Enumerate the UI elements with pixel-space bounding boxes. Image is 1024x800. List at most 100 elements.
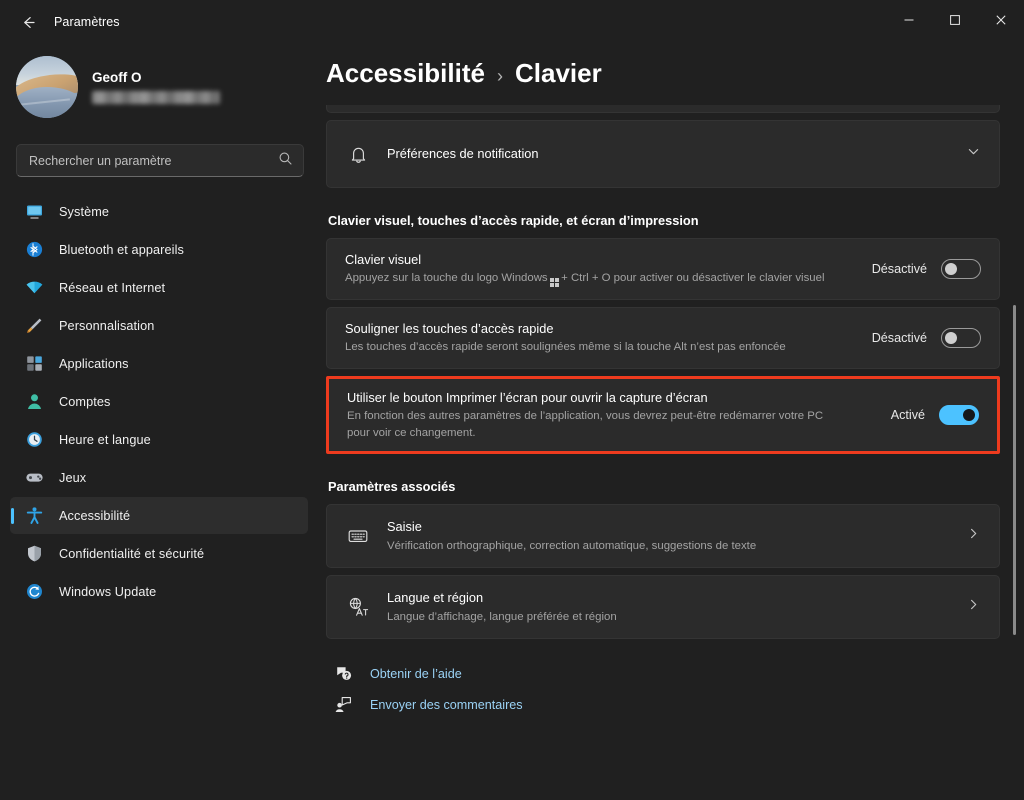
account-block[interactable]: Geoff O bbox=[0, 44, 320, 128]
row-title: Utiliser le bouton Imprimer l’écran pour… bbox=[347, 390, 708, 405]
print-screen-highlight: Utiliser le bouton Imprimer l’écran pour… bbox=[326, 376, 1000, 455]
bluetooth-icon bbox=[24, 239, 45, 260]
sidebar-item-comptes[interactable]: Comptes bbox=[10, 383, 308, 420]
sidebar-item-label: Windows Update bbox=[59, 584, 157, 599]
get-help-label: Obtenir de l’aide bbox=[370, 666, 462, 681]
underline-access-keys-row[interactable]: Souligner les touches d’accès rapide Les… bbox=[327, 308, 999, 368]
settings-scroll-area: Préférences de notification Clavier visu… bbox=[326, 105, 1024, 800]
search-box[interactable] bbox=[16, 144, 304, 177]
chevron-down-icon[interactable] bbox=[966, 144, 981, 164]
footer-links: Obtenir de l’aide Envoyer des commentair… bbox=[326, 664, 1000, 724]
title-bar: Paramètres bbox=[0, 0, 1024, 44]
sidebar-item-label: Comptes bbox=[59, 394, 111, 409]
row-subtitle: Langue d’affichage, langue préférée et r… bbox=[387, 610, 617, 623]
maximize-icon bbox=[949, 13, 961, 31]
sidebar: Geoff O Rechercher un paramètre Système … bbox=[0, 44, 320, 800]
apps-icon bbox=[24, 353, 45, 374]
section-heading-related: Paramètres associés bbox=[328, 479, 456, 495]
sidebar-item-personnalisation[interactable]: Personnalisation bbox=[10, 307, 308, 344]
on-screen-keyboard-toggle[interactable] bbox=[941, 259, 981, 279]
sidebar-item-windows-update[interactable]: Windows Update bbox=[10, 573, 308, 610]
print-screen-row[interactable]: Utiliser le bouton Imprimer l’écran pour… bbox=[329, 379, 997, 451]
page-title: Clavier bbox=[514, 58, 602, 88]
sidebar-item-accessibilite[interactable]: Accessibilité bbox=[10, 497, 308, 534]
feedback-icon bbox=[332, 695, 354, 714]
on-screen-keyboard-row[interactable]: Clavier visuel Appuyez sur la touche du … bbox=[327, 239, 999, 299]
window-body: Geoff O Rechercher un paramètre Système … bbox=[0, 44, 1024, 800]
sidebar-item-applications[interactable]: Applications bbox=[10, 345, 308, 382]
sidebar-item-label: Heure et langue bbox=[59, 432, 151, 447]
sidebar-item-label: Réseau et Internet bbox=[59, 280, 166, 295]
print-screen-card: Utiliser le bouton Imprimer l’écran pour… bbox=[329, 379, 997, 452]
update-icon bbox=[24, 581, 45, 602]
help-icon bbox=[332, 664, 354, 683]
accessibility-icon bbox=[24, 505, 45, 526]
back-arrow-icon bbox=[20, 14, 37, 31]
minimize-icon bbox=[903, 13, 915, 31]
search-icon[interactable] bbox=[278, 151, 293, 171]
sidebar-item-label: Jeux bbox=[59, 470, 87, 485]
shield-icon bbox=[24, 543, 45, 564]
sidebar-item-label: Système bbox=[59, 204, 110, 219]
close-icon bbox=[995, 13, 1007, 31]
toggle-state-label: Activé bbox=[890, 408, 925, 423]
account-email-masked bbox=[92, 91, 220, 104]
settings-cards: Préférences de notification Clavier visu… bbox=[326, 105, 1000, 724]
underline-access-keys-toggle[interactable] bbox=[941, 328, 981, 348]
content-scrollbar[interactable] bbox=[1013, 305, 1016, 635]
sidebar-item-label: Bluetooth et appareils bbox=[59, 242, 184, 257]
translate-icon bbox=[345, 596, 371, 618]
row-title: Clavier visuel bbox=[345, 251, 422, 267]
sidebar-item-systeme[interactable]: Système bbox=[10, 193, 308, 230]
row-subtitle-after: + Ctrl + O pour activer ou désactiver le… bbox=[561, 271, 825, 284]
typing-settings-row[interactable]: Saisie Vérification orthographique, corr… bbox=[327, 505, 999, 567]
sidebar-item-confidentialite[interactable]: Confidentialité et sécurité bbox=[10, 535, 308, 572]
toggle-state-label: Désactivé bbox=[871, 262, 927, 276]
sidebar-nav: Système Bluetooth et appareils Réseau et… bbox=[0, 193, 320, 610]
breadcrumb: Accessibilité › Clavier bbox=[326, 44, 1024, 105]
row-title: Saisie bbox=[387, 519, 422, 535]
toggle-state-label: Désactivé bbox=[871, 331, 927, 345]
chevron-right-icon[interactable] bbox=[966, 526, 981, 546]
row-subtitle: Appuyez sur la touche du logo Windows + C… bbox=[345, 270, 851, 288]
notification-preferences-card: Préférences de notification bbox=[326, 120, 1000, 188]
paintbrush-icon bbox=[24, 315, 45, 336]
maximize-button[interactable] bbox=[932, 0, 978, 44]
content-pane: Accessibilité › Clavier Préférences de n… bbox=[320, 44, 1024, 800]
typing-settings-card: Saisie Vérification orthographique, corr… bbox=[326, 504, 1000, 569]
back-button[interactable] bbox=[10, 6, 46, 38]
row-title: Souligner les touches d’accès rapide bbox=[345, 321, 554, 337]
chevron-right-icon[interactable] bbox=[966, 597, 981, 617]
row-title: Langue et région bbox=[387, 590, 484, 606]
print-screen-toggle[interactable] bbox=[939, 405, 979, 426]
sidebar-item-bluetooth[interactable]: Bluetooth et appareils bbox=[10, 231, 308, 268]
language-region-row[interactable]: Langue et région Langue d’affichage, lan… bbox=[327, 576, 999, 638]
gamepad-icon bbox=[24, 467, 45, 488]
get-help-link[interactable]: Obtenir de l’aide bbox=[332, 664, 1000, 683]
app-title: Paramètres bbox=[54, 15, 120, 29]
close-button[interactable] bbox=[978, 0, 1024, 44]
account-name: Geoff O bbox=[92, 70, 142, 85]
on-screen-keyboard-card: Clavier visuel Appuyez sur la touche du … bbox=[326, 238, 1000, 300]
search-input[interactable] bbox=[29, 153, 274, 168]
settings-window: Paramètres Geoff O Rechercher un paramèt… bbox=[0, 0, 1024, 800]
language-region-card: Langue et région Langue d’affichage, lan… bbox=[326, 575, 1000, 640]
send-feedback-link[interactable]: Envoyer des commentaires bbox=[332, 695, 1000, 714]
row-subtitle: En fonction des autres paramètres de l’a… bbox=[347, 410, 824, 439]
avatar bbox=[16, 56, 78, 118]
underline-access-keys-card: Souligner les touches d’accès rapide Les… bbox=[326, 307, 1000, 369]
minimize-button[interactable] bbox=[886, 0, 932, 44]
notification-preferences-row[interactable]: Préférences de notification bbox=[327, 121, 999, 187]
row-title: Préférences de notification bbox=[387, 146, 539, 162]
sidebar-item-label: Confidentialité et sécurité bbox=[59, 546, 205, 561]
breadcrumb-parent[interactable]: Accessibilité bbox=[326, 58, 485, 89]
section-heading-keyboard: Clavier visuel, touches d’accès rapide, … bbox=[328, 213, 699, 228]
sidebar-item-reseau[interactable]: Réseau et Internet bbox=[10, 269, 308, 306]
sidebar-item-jeux[interactable]: Jeux bbox=[10, 459, 308, 496]
sidebar-item-heure[interactable]: Heure et langue bbox=[10, 421, 308, 458]
person-icon bbox=[24, 391, 45, 412]
monitor-icon bbox=[24, 201, 45, 222]
keyboard-icon bbox=[345, 525, 371, 547]
wifi-icon bbox=[24, 277, 45, 298]
windows-key-icon bbox=[549, 277, 560, 288]
